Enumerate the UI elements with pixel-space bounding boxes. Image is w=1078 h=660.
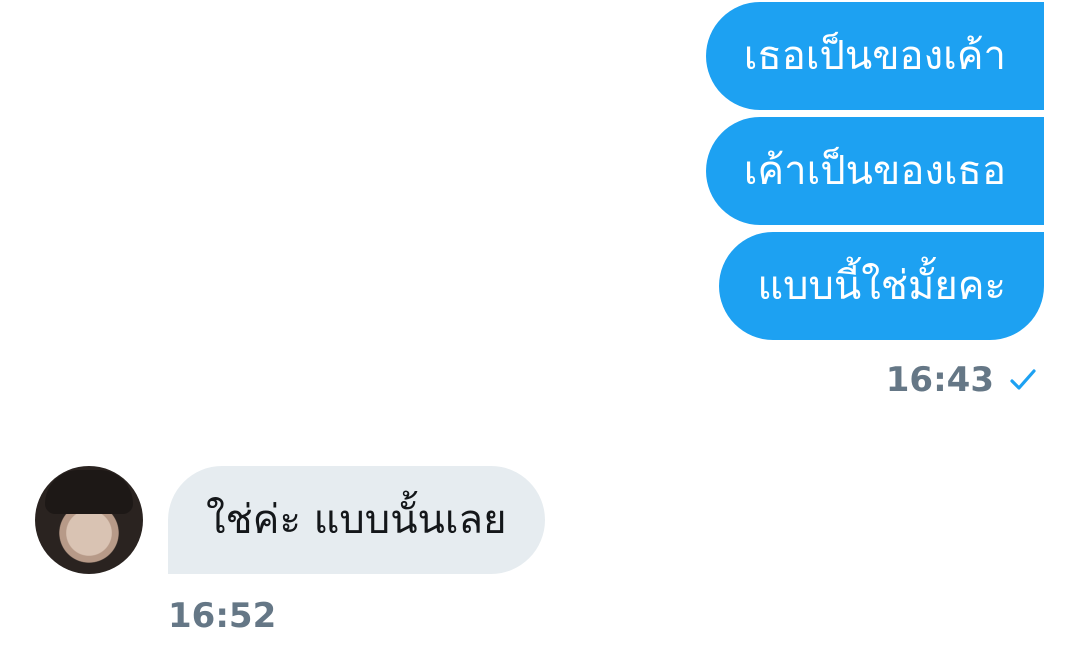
avatar-hair-shape	[45, 470, 133, 514]
avatar[interactable]	[35, 466, 143, 574]
outgoing-message-bubble[interactable]: แบบนี้ใช่มั้ยคะ	[719, 232, 1044, 340]
message-timestamp: 16:52	[168, 596, 277, 636]
check-icon	[1008, 365, 1038, 395]
message-timestamp: 16:43	[885, 360, 994, 400]
outgoing-message-bubble[interactable]: เค้าเป็นของเธอ	[705, 117, 1044, 225]
outgoing-message-bubble[interactable]: เธอเป็นของเค้า	[705, 2, 1044, 110]
outgoing-message-meta: 16:43	[886, 360, 1038, 400]
chat-thread: เธอเป็นของเค้า เค้าเป็นของเธอ แบบนี้ใช่ม…	[0, 0, 1078, 660]
incoming-message-bubble[interactable]: ใช่ค่ะ แบบนั้นเลย	[168, 466, 545, 574]
